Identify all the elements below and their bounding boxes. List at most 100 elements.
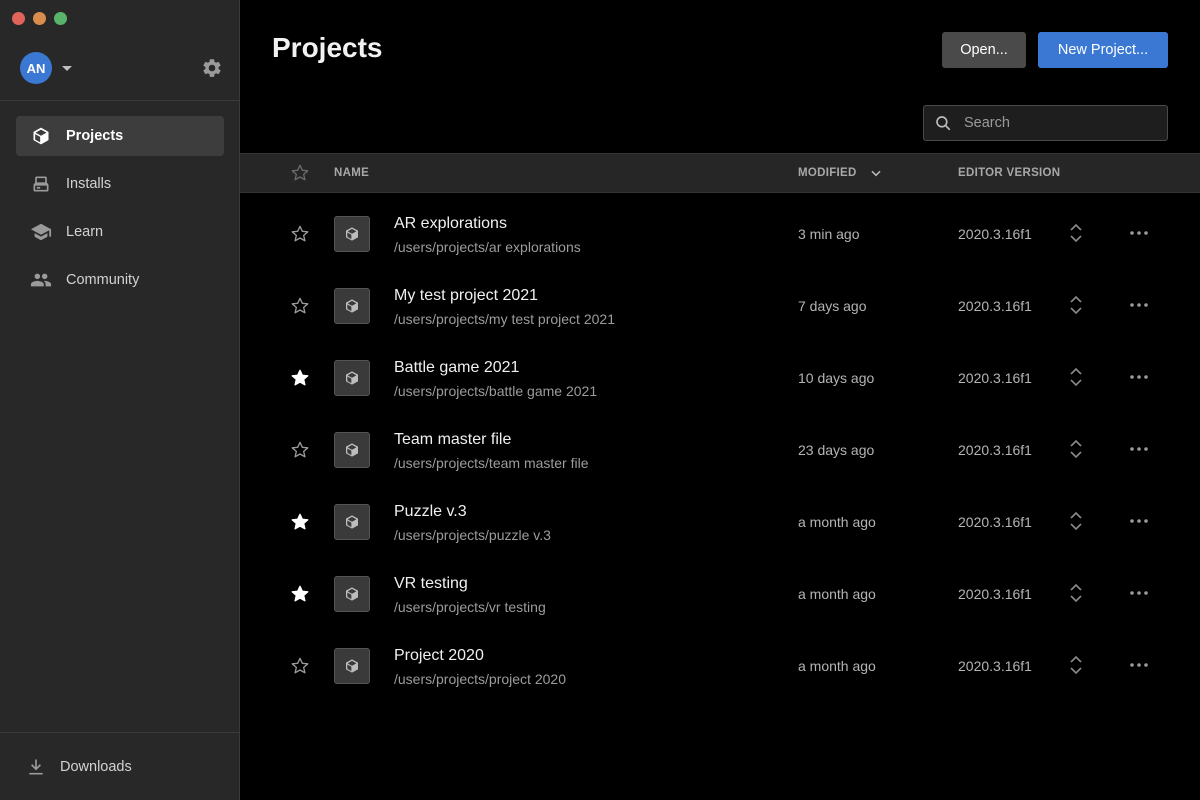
table-header: NAME MODIFIED EDITOR VERSION: [240, 153, 1200, 193]
star-filled-icon[interactable]: [290, 368, 310, 388]
version-switch-icon[interactable]: [1068, 439, 1084, 459]
sidebar-item-learn[interactable]: Learn: [16, 212, 224, 252]
sidebar-item-projects[interactable]: Projects: [16, 116, 224, 156]
version-switch-icon[interactable]: [1068, 511, 1084, 531]
graduation-cap-icon: [30, 221, 52, 243]
project-path: /users/projects/vr testing: [394, 599, 546, 615]
project-thumbnail: [334, 576, 370, 612]
people-icon: [30, 269, 52, 291]
project-thumbnail: [334, 504, 370, 540]
project-editor-version: 2020.3.16f1: [958, 370, 1032, 386]
new-project-button[interactable]: New Project...: [1038, 32, 1168, 68]
project-editor-version: 2020.3.16f1: [958, 514, 1032, 530]
project-thumbnail: [334, 432, 370, 468]
table-row[interactable]: VR testing /users/projects/vr testing a …: [240, 557, 1200, 629]
cube-icon: [346, 227, 358, 241]
search-icon: [936, 116, 951, 131]
sidebar-footer-label: Downloads: [60, 758, 132, 775]
more-options-icon[interactable]: [1129, 444, 1149, 454]
cube-icon: [346, 515, 358, 529]
sidebar-item-label: Community: [66, 272, 140, 288]
star-filled-icon[interactable]: [290, 512, 310, 532]
sidebar-item-label: Installs: [66, 176, 112, 192]
project-name[interactable]: Puzzle v.3: [394, 503, 467, 521]
project-name[interactable]: Project 2020: [394, 647, 484, 665]
more-options-icon[interactable]: [1129, 300, 1149, 310]
star-outline-icon[interactable]: [290, 296, 310, 316]
project-thumbnail: [334, 360, 370, 396]
project-thumbnail: [334, 216, 370, 252]
search-box: [923, 105, 1168, 141]
cube-icon: [346, 443, 358, 457]
project-name[interactable]: VR testing: [394, 575, 468, 593]
version-switch-icon[interactable]: [1068, 655, 1084, 675]
project-path: /users/projects/my test project 2021: [394, 311, 615, 327]
project-name[interactable]: My test project 2021: [394, 287, 538, 305]
project-modified: a month ago: [798, 586, 876, 602]
maximize-window-button[interactable]: [54, 12, 67, 25]
sidebar-item-label: Learn: [66, 224, 104, 240]
table-row[interactable]: Puzzle v.3 /users/projects/puzzle v.3 a …: [240, 485, 1200, 557]
project-thumbnail: [334, 648, 370, 684]
project-list: AR explorations /users/projects/ar explo…: [240, 197, 1200, 701]
project-path: /users/projects/team master file: [394, 455, 589, 471]
more-options-icon[interactable]: [1129, 588, 1149, 598]
account-dropdown-caret-icon[interactable]: [62, 65, 72, 71]
version-switch-icon[interactable]: [1068, 295, 1084, 315]
sidebar-item-installs[interactable]: Installs: [16, 164, 224, 204]
avatar[interactable]: AN: [20, 52, 52, 84]
sidebar-item-downloads[interactable]: Downloads: [0, 732, 239, 800]
project-name[interactable]: AR explorations: [394, 215, 507, 233]
table-row[interactable]: Project 2020 /users/projects/project 202…: [240, 629, 1200, 701]
project-path: /users/projects/ar explorations: [394, 239, 581, 255]
favorite-column-star-icon[interactable]: [290, 154, 310, 192]
project-modified: a month ago: [798, 514, 876, 530]
close-window-button[interactable]: [12, 12, 25, 25]
project-name[interactable]: Battle game 2021: [394, 359, 519, 377]
table-row[interactable]: AR explorations /users/projects/ar explo…: [240, 197, 1200, 269]
minimize-window-button[interactable]: [33, 12, 46, 25]
open-button[interactable]: Open...: [942, 32, 1026, 68]
project-path: /users/projects/puzzle v.3: [394, 527, 551, 543]
page-title: Projects: [272, 32, 383, 63]
project-thumbnail: [334, 288, 370, 324]
more-options-icon[interactable]: [1129, 516, 1149, 526]
drive-icon: [30, 173, 52, 195]
account-row: AN: [20, 52, 223, 84]
star-outline-icon[interactable]: [290, 440, 310, 460]
project-modified: a month ago: [798, 658, 876, 674]
search-input[interactable]: [964, 115, 1154, 131]
project-modified: 23 days ago: [798, 442, 875, 458]
table-row[interactable]: Battle game 2021 /users/projects/battle …: [240, 341, 1200, 413]
table-row[interactable]: Team master file /users/projects/team ma…: [240, 413, 1200, 485]
project-editor-version: 2020.3.16f1: [958, 226, 1032, 242]
gear-icon[interactable]: [201, 57, 223, 79]
version-switch-icon[interactable]: [1068, 583, 1084, 603]
chevron-down-icon: [871, 170, 881, 177]
project-editor-version: 2020.3.16f1: [958, 298, 1032, 314]
project-editor-version: 2020.3.16f1: [958, 586, 1032, 602]
sidebar-item-community[interactable]: Community: [16, 260, 224, 300]
cube-icon: [346, 371, 358, 385]
cube-icon: [346, 659, 358, 673]
cube-icon: [346, 587, 358, 601]
more-options-icon[interactable]: [1129, 228, 1149, 238]
project-name[interactable]: Team master file: [394, 431, 511, 449]
column-header-label: MODIFIED: [798, 167, 857, 179]
star-outline-icon[interactable]: [290, 656, 310, 676]
version-switch-icon[interactable]: [1068, 223, 1084, 243]
column-header-modified[interactable]: MODIFIED: [798, 154, 883, 192]
star-filled-icon[interactable]: [290, 584, 310, 604]
sidebar-divider: [0, 100, 239, 101]
project-editor-version: 2020.3.16f1: [958, 442, 1032, 458]
more-options-icon[interactable]: [1129, 372, 1149, 382]
column-header-name[interactable]: NAME: [334, 154, 369, 192]
project-modified: 3 min ago: [798, 226, 860, 242]
project-editor-version: 2020.3.16f1: [958, 658, 1032, 674]
more-options-icon[interactable]: [1129, 660, 1149, 670]
table-row[interactable]: My test project 2021 /users/projects/my …: [240, 269, 1200, 341]
star-outline-icon[interactable]: [290, 224, 310, 244]
version-switch-icon[interactable]: [1068, 367, 1084, 387]
sidebar-nav: Projects Installs Learn Community: [16, 116, 224, 308]
column-header-editor-version[interactable]: EDITOR VERSION: [958, 154, 1060, 192]
